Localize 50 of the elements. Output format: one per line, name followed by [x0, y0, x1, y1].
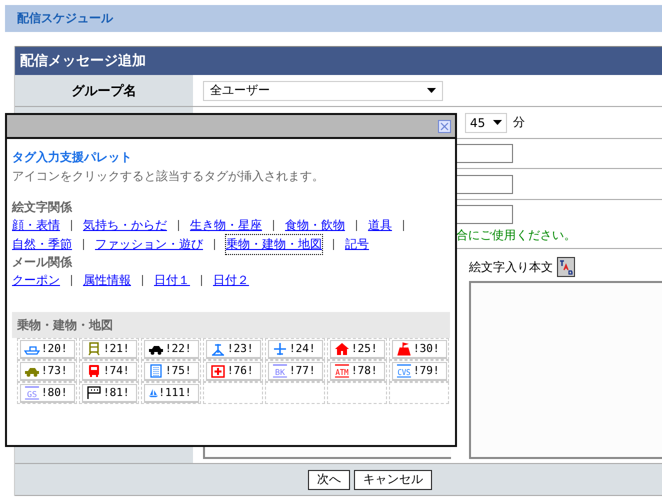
- emoji-tag-button[interactable]: !25!: [330, 340, 384, 358]
- category-link[interactable]: 日付１: [154, 271, 190, 290]
- category-link[interactable]: 道具: [368, 216, 392, 235]
- category-link[interactable]: 記号: [345, 235, 369, 254]
- caret-icon: [493, 120, 502, 125]
- category-link[interactable]: 属性情報: [83, 271, 131, 290]
- category-link[interactable]: 顔・表情: [12, 216, 60, 235]
- body-label: 絵文字入り本文: [469, 258, 553, 276]
- emoji-tag-button[interactable]: GS !80!: [20, 384, 74, 402]
- category-heading: 絵文字関係: [12, 199, 74, 216]
- emoji-tag-button[interactable]: CVS!79!: [392, 362, 446, 380]
- category-link[interactable]: 食物・飲物: [285, 216, 345, 235]
- emoji-tag-button[interactable]: !76!: [206, 362, 260, 380]
- close-icon[interactable]: [438, 120, 451, 132]
- category-heading: メール関係: [12, 254, 74, 271]
- emoji-tag-button[interactable]: !111!: [144, 384, 198, 402]
- unit-label: 分: [513, 114, 525, 131]
- emoji-tag-button[interactable]: !75!: [144, 362, 198, 380]
- category-link[interactable]: 乗物・建物・地図: [226, 235, 322, 254]
- text-area[interactable]: [469, 281, 662, 459]
- caret-icon: [427, 88, 436, 93]
- emoji-tag-button[interactable]: !23!: [206, 340, 260, 358]
- emoji-tag-button[interactable]: !73!: [20, 362, 74, 380]
- group-dropdown[interactable]: 全ユーザー: [203, 80, 443, 100]
- category-link[interactable]: 気持ち・からだ: [83, 216, 167, 235]
- palette-title: タグ入力支援パレット: [12, 149, 133, 166]
- panel-title: 配信メッセージ追加: [15, 46, 662, 75]
- category-link[interactable]: 日付２: [213, 271, 249, 290]
- field-label: グループ名: [15, 75, 193, 106]
- emoji-tag-button[interactable]: !20!: [20, 340, 74, 358]
- emoji-tag-button[interactable]: !22!: [144, 340, 198, 358]
- hint-text: 合にご使用ください。: [456, 227, 577, 244]
- category-link[interactable]: ファッション・遊び: [95, 235, 203, 254]
- category-link[interactable]: 自然・季節: [12, 235, 72, 254]
- section-heading: 乗物・建物・地図: [12, 312, 450, 338]
- page-title: 配信スケジュール: [17, 10, 113, 27]
- emoji-tag-button[interactable]: !24!: [268, 340, 322, 358]
- emoji-tag-button[interactable]: ATM!78!: [330, 362, 384, 380]
- emoji-tag-button[interactable]: !81!: [82, 384, 136, 402]
- form-button[interactable]: 次へ: [308, 470, 350, 490]
- category-link[interactable]: 生き物・星座: [190, 216, 262, 235]
- tag-icon[interactable]: [557, 257, 575, 277]
- emoji-tag-button[interactable]: BK !77!: [268, 362, 322, 380]
- emoji-tag-button[interactable]: !74!: [82, 362, 136, 380]
- category-link[interactable]: クーポン: [12, 271, 60, 290]
- form-button[interactable]: キャンセル: [354, 470, 432, 490]
- emoji-tag-button[interactable]: !30!: [392, 340, 446, 358]
- emoji-tag-button[interactable]: !21!: [82, 340, 136, 358]
- palette-description: アイコンをクリックすると該当するタグが挿入されます。: [12, 168, 325, 185]
- minute-dropdown[interactable]: 45: [465, 112, 507, 132]
